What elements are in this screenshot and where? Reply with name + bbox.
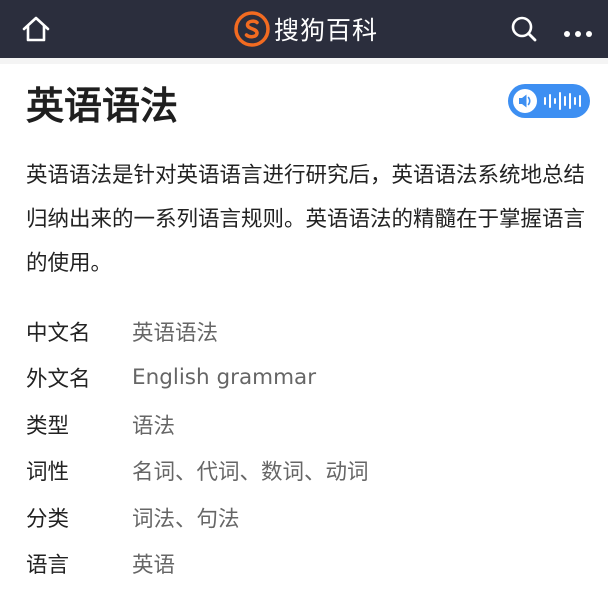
home-icon bbox=[22, 16, 50, 42]
infobox-label: 中文名 bbox=[26, 320, 91, 346]
infobox-value: 英语 bbox=[132, 553, 176, 579]
infobox-label: 类型 bbox=[26, 413, 70, 439]
infobox-row: 分类 词法、句法 bbox=[26, 494, 586, 541]
infobox-row: 中文名 英语语法 bbox=[26, 308, 586, 355]
infobox-label: 分类 bbox=[26, 506, 70, 532]
header-divider bbox=[0, 58, 608, 64]
infobox-row: 词性 名词、代词、数词、动词 bbox=[26, 448, 586, 495]
search-icon bbox=[511, 16, 537, 42]
entry-summary: 英语语法是针对英语语言进行研究后，英语语法系统地总结归纳出来的一系列语言规则。英… bbox=[26, 163, 586, 276]
entry-title: 英语语法 bbox=[26, 84, 179, 128]
infobox-label: 外文名 bbox=[26, 367, 91, 393]
logo-text: 搜狗百科 bbox=[274, 16, 379, 45]
more-button[interactable] bbox=[562, 24, 594, 37]
sogou-logo-icon bbox=[234, 11, 270, 47]
search-button[interactable] bbox=[508, 13, 540, 45]
sogou-baike-logo[interactable]: 搜狗百科 bbox=[234, 10, 378, 48]
infobox-value: 英语语法 bbox=[132, 320, 219, 346]
infobox-label: 词性 bbox=[26, 460, 70, 486]
infobox-row: 类型 语法 bbox=[26, 401, 586, 448]
home-button[interactable] bbox=[20, 13, 52, 45]
infobox-row: 外文名 English grammar bbox=[26, 355, 586, 402]
top-nav-bar: 搜狗百科 bbox=[0, 0, 608, 58]
infobox-value: 名词、代词、数词、动词 bbox=[132, 460, 369, 486]
infobox-row: 语言 英语 bbox=[26, 541, 586, 588]
infobox-value: 词法、句法 bbox=[132, 506, 240, 532]
infobox: 中文名 英语语法 外文名 English grammar 类型 语法 词性 名词… bbox=[26, 308, 586, 587]
infobox-value: 语法 bbox=[132, 413, 176, 439]
more-icon bbox=[564, 31, 592, 37]
speaker-icon bbox=[513, 89, 581, 113]
infobox-value: English grammar bbox=[132, 365, 317, 391]
audio-play-button[interactable] bbox=[508, 84, 590, 118]
infobox-label: 语言 bbox=[26, 553, 70, 579]
